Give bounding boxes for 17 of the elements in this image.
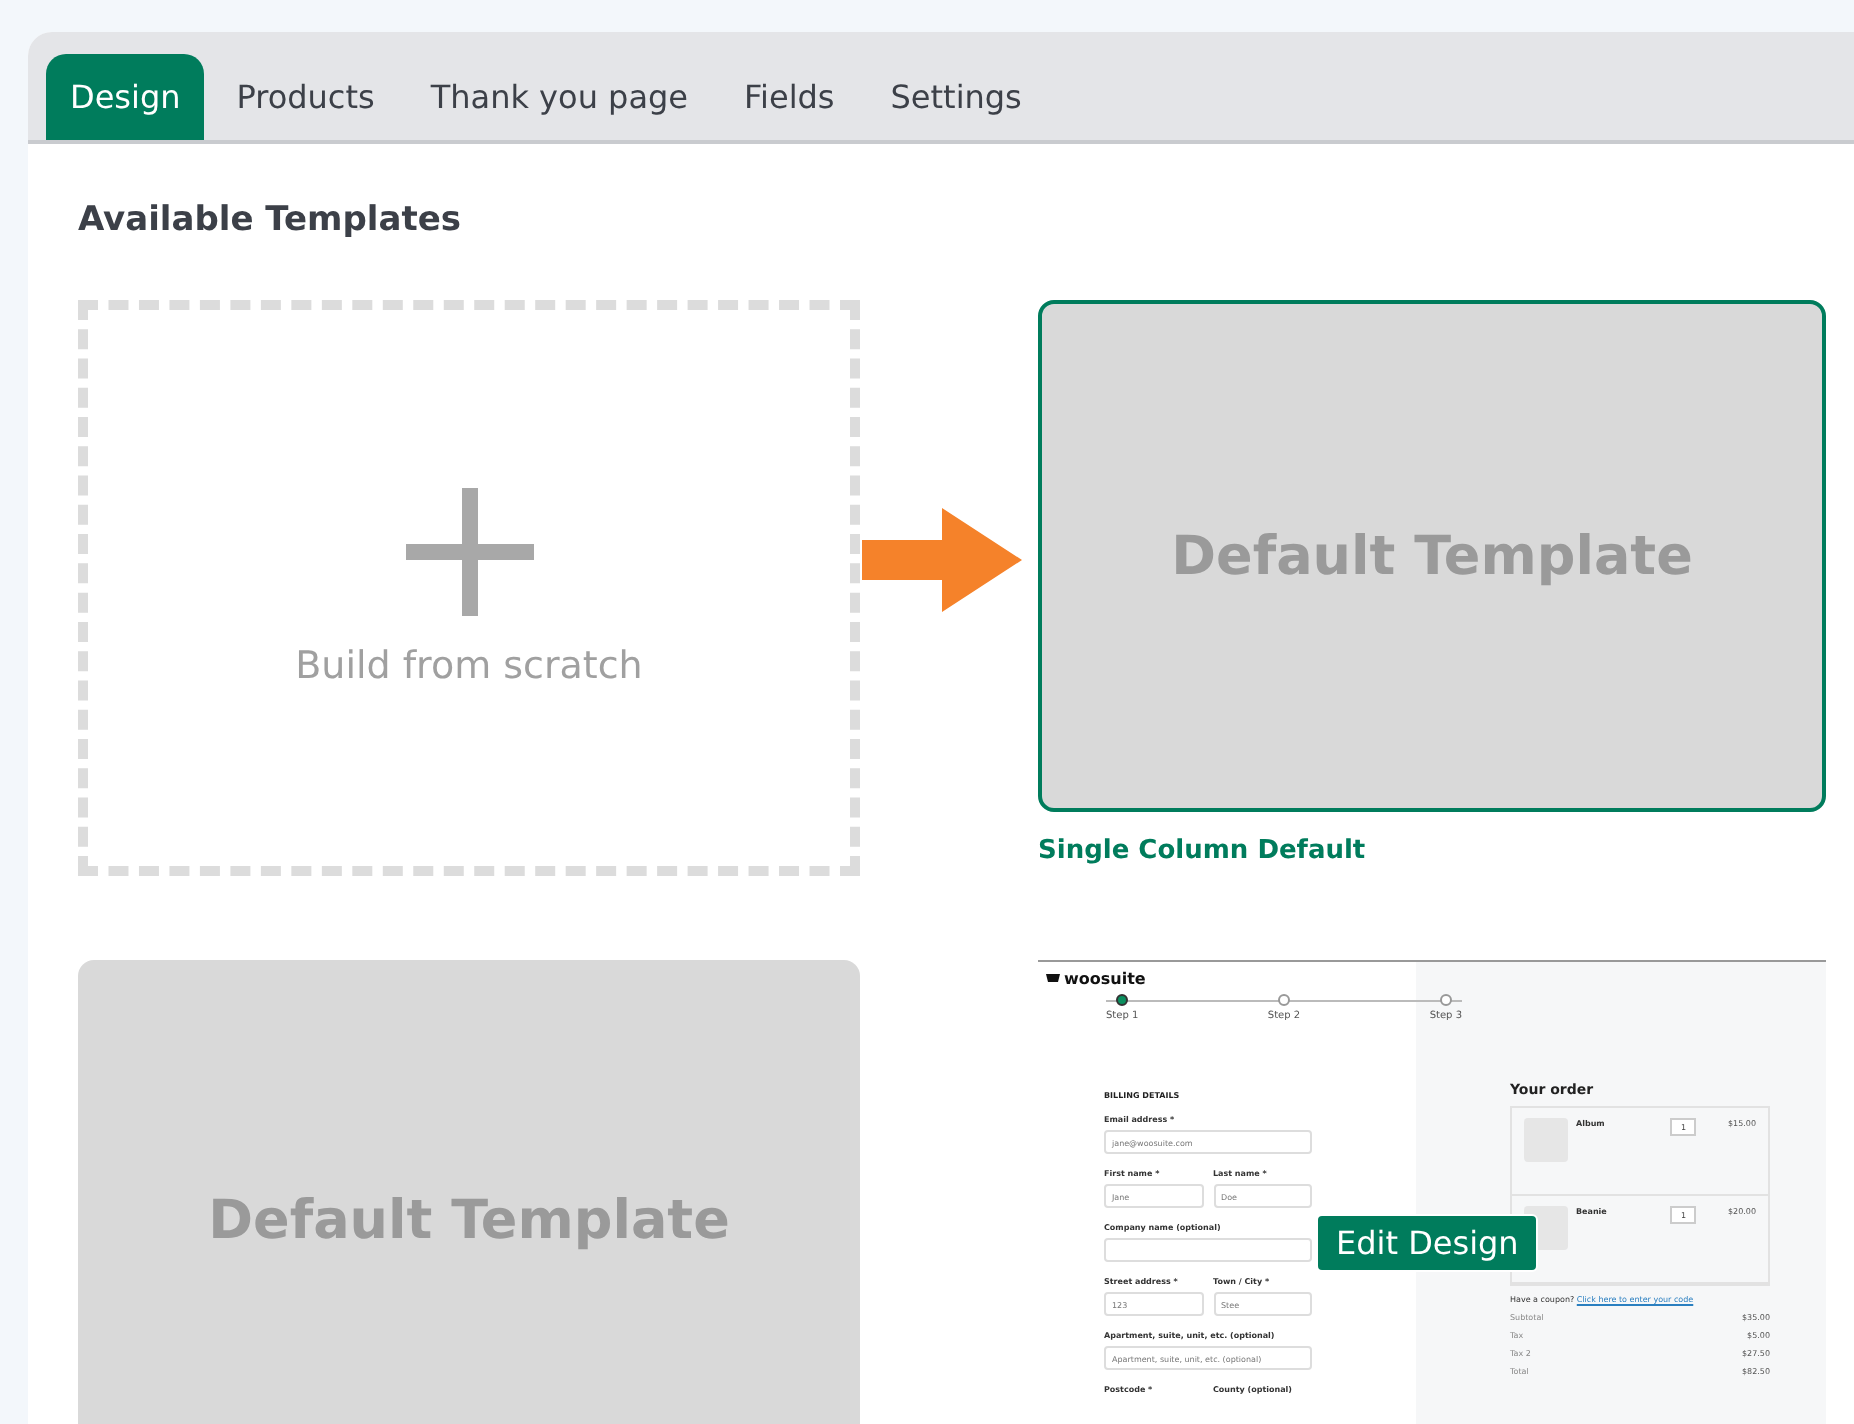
tab[interactable]: Design	[46, 54, 205, 140]
section-title: Available Templates	[78, 200, 463, 240]
preview-text: Default Template	[208, 1189, 730, 1251]
edit-design-button[interactable]: Edit Design	[1316, 1214, 1539, 1272]
template-name: Single Column Default	[1038, 836, 1368, 866]
input-field[interactable]	[1104, 1238, 1312, 1262]
card-label: Build from scratch	[295, 644, 643, 688]
tab[interactable]: Thank you page	[406, 54, 712, 140]
logo: woosuite	[1046, 970, 1416, 988]
plus-icon	[405, 488, 533, 616]
tab[interactable]: Settings	[866, 54, 1046, 140]
arrow-icon	[862, 508, 1022, 612]
preview-text: Default Template	[1171, 525, 1693, 587]
tab[interactable]: Fields	[720, 54, 859, 140]
cart-icon	[1046, 973, 1060, 985]
build-from-scratch-card[interactable]: Build from scratch	[78, 300, 860, 876]
tab[interactable]: Products	[212, 54, 399, 140]
